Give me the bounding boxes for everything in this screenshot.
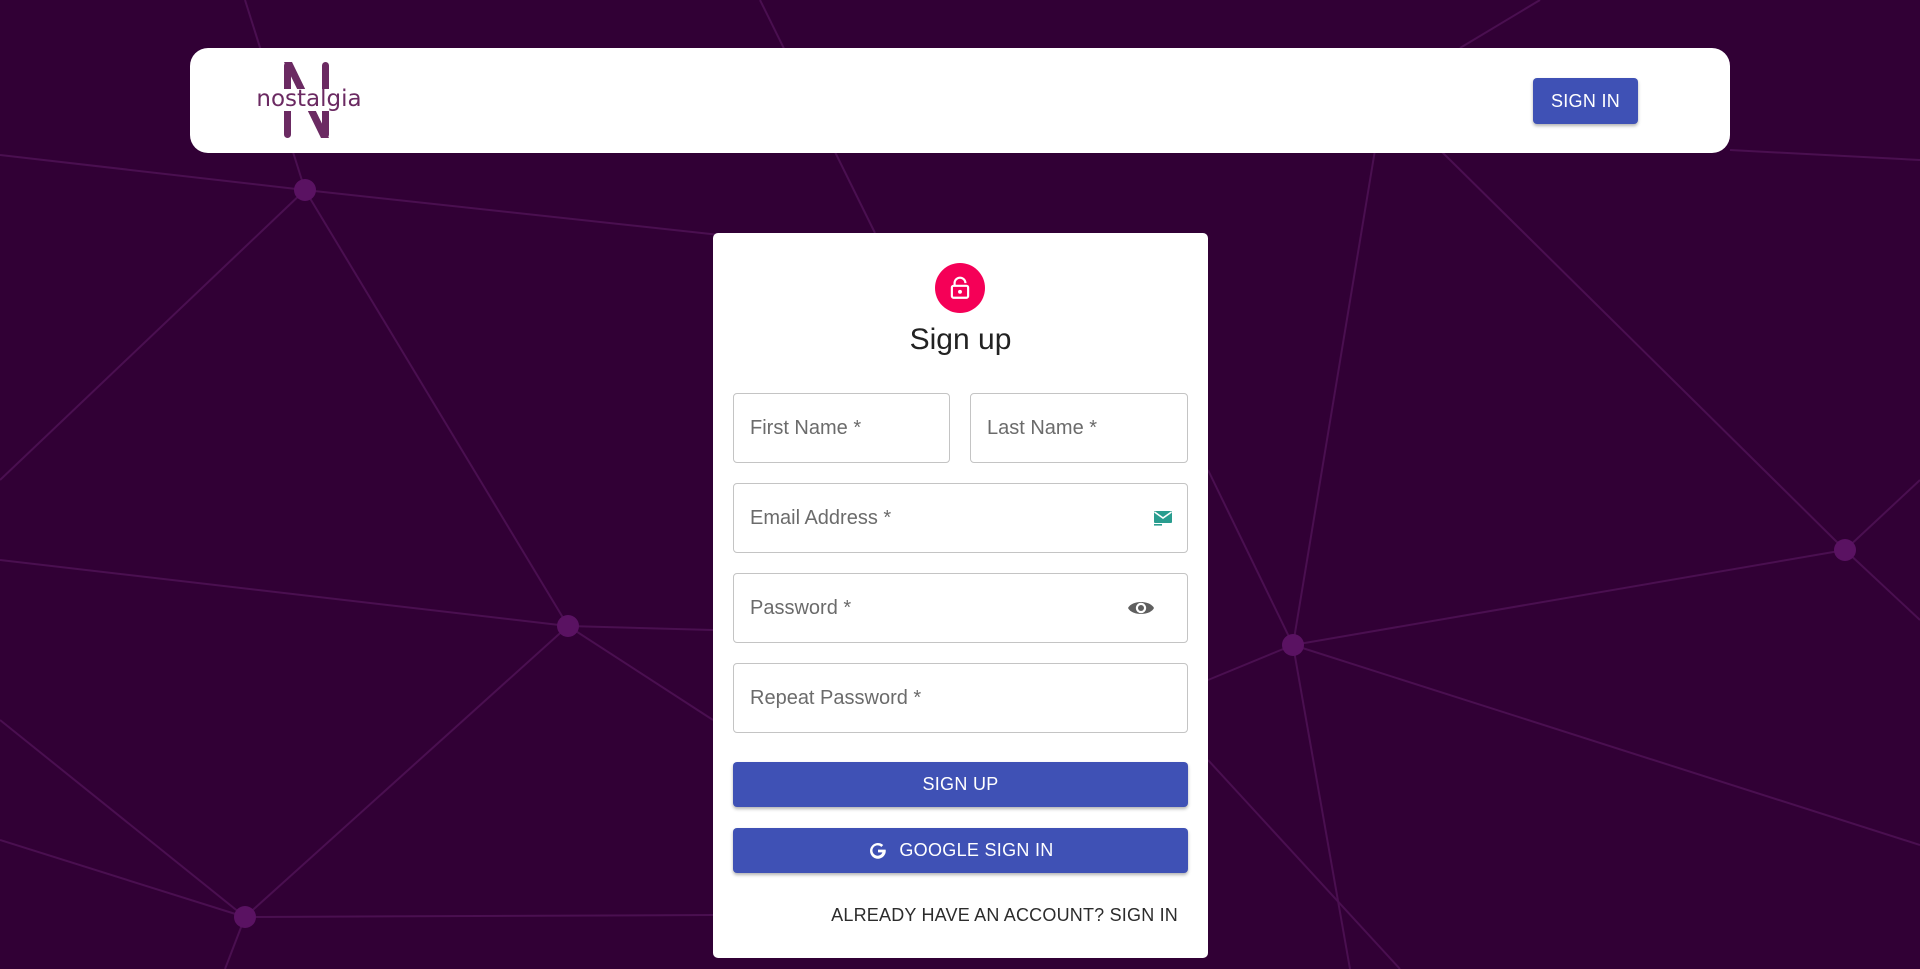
logo-text: nostalgia (256, 86, 361, 112)
google-g-icon (867, 840, 889, 862)
last-name-input[interactable] (971, 394, 1187, 462)
first-name-field (733, 393, 950, 463)
last-name-field (970, 393, 1188, 463)
email-icon (1153, 509, 1173, 527)
sign-up-button[interactable]: SIGN UP (733, 762, 1188, 807)
repeat-password-field (733, 663, 1188, 733)
signup-card: Sign up SIGN UP (713, 233, 1208, 958)
page-title: Sign up (909, 323, 1012, 356)
repeat-password-input[interactable] (734, 664, 1187, 732)
header-sign-in-button[interactable]: SIGN IN (1533, 78, 1638, 124)
eye-icon[interactable] (1127, 598, 1155, 618)
google-sign-in-button[interactable]: GOOGLE SIGN IN (733, 828, 1188, 873)
sign-up-label: SIGN UP (922, 774, 999, 794)
password-input[interactable] (734, 574, 1187, 642)
password-field (733, 573, 1188, 643)
app-header: nostalgia SIGN IN (190, 48, 1730, 153)
email-field (733, 483, 1188, 553)
first-name-input[interactable] (734, 394, 949, 462)
email-input[interactable] (734, 484, 1187, 552)
nostalgia-logo[interactable]: nostalgia (252, 62, 366, 138)
lock-icon (935, 263, 985, 313)
already-have-account-link[interactable]: ALREADY HAVE AN ACCOUNT? SIGN IN (831, 905, 1178, 926)
google-sign-in-label: GOOGLE SIGN IN (899, 840, 1054, 860)
